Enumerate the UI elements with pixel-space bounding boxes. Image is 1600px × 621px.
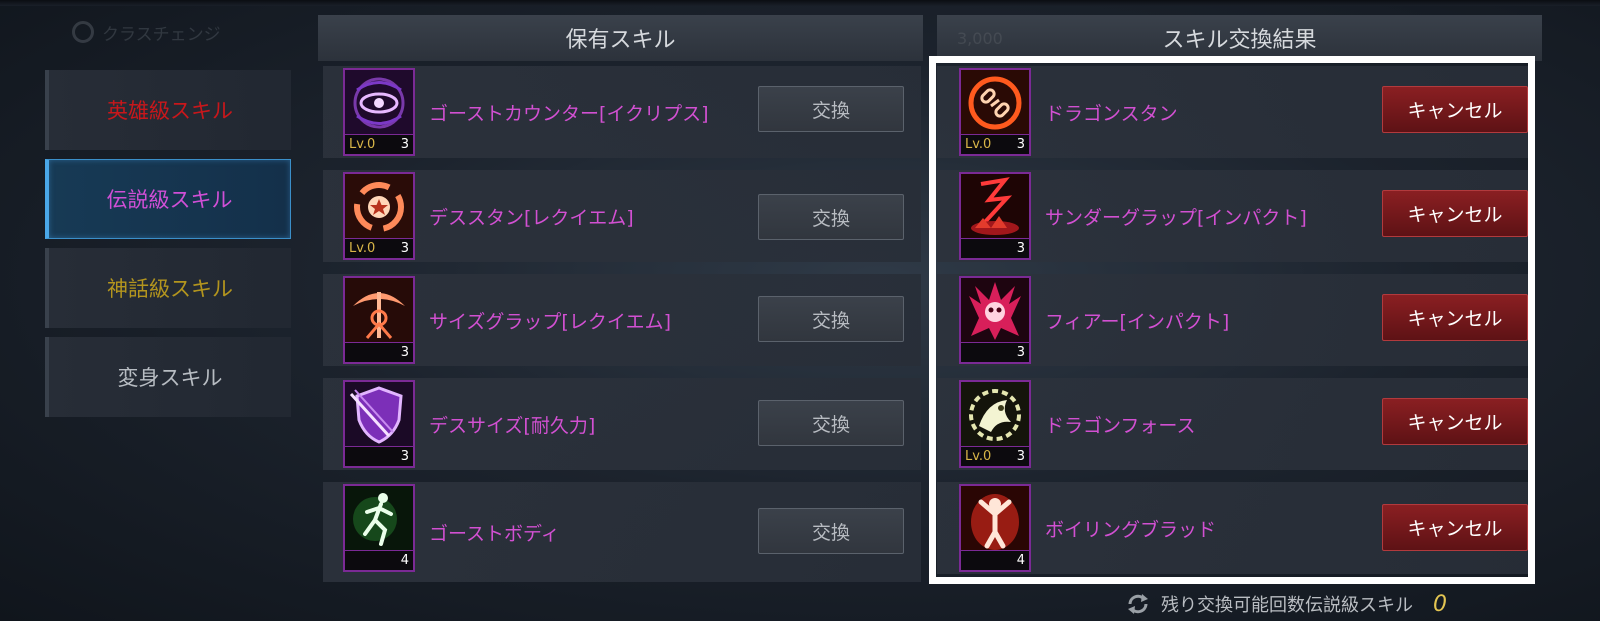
skill-icon-frame: 3 [343, 276, 415, 364]
skill-icon-footer: Lv.0 3 [345, 134, 413, 154]
skill-name: ドラゴンスタン [1045, 102, 1178, 125]
skill-name: ゴーストボディ [429, 522, 560, 545]
exchange-button[interactable]: 交換 [758, 508, 904, 554]
skill-icon-footer: 4 [345, 550, 413, 570]
owned-skill-row: 3 サイズグラップ[レクイエム] 交換 [323, 274, 921, 366]
boiling-blood-icon [961, 486, 1029, 552]
result-skill-row: 3 フィアー[インパクト] キャンセル [937, 274, 1531, 366]
owned-skills-header: 保有スキル [318, 15, 923, 61]
category-label: 英雄級スキル [107, 99, 233, 123]
owned-skill-row: Lv.0 3 ゴーストカウンター[イクリプス] 交換 [323, 66, 921, 158]
class-change-tab[interactable]: クラスチェンジ [60, 10, 290, 54]
skill-count: 3 [1016, 345, 1025, 360]
owned-skill-row: 3 デスサイズ[耐久力] 交換 [323, 378, 921, 470]
result-skill-row: Lv.0 3 ドラゴンスタン キャンセル [937, 66, 1531, 158]
cancel-button[interactable]: キャンセル [1382, 86, 1528, 133]
dragon-force-icon [961, 382, 1029, 448]
skill-icon-frame: 4 [343, 484, 415, 572]
cancel-button[interactable]: キャンセル [1382, 294, 1528, 341]
category-transform[interactable]: 変身スキル [45, 337, 291, 417]
thunder-icon [961, 174, 1029, 240]
skill-icon-footer: Lv.0 3 [961, 446, 1029, 466]
refresh-icon [1128, 594, 1148, 614]
remaining-exchange-info: 残り交換可能回数伝説級スキル 0 [1125, 590, 1447, 618]
exchange-button[interactable]: 交換 [758, 296, 904, 342]
skill-count: 4 [400, 553, 409, 568]
skill-count: 3 [1016, 241, 1025, 256]
skill-icon-frame: 4 [959, 484, 1031, 572]
result-skill-row: 3 サンダーグラップ[インパクト] キャンセル [937, 170, 1531, 262]
ghost-body-icon [345, 486, 413, 552]
skill-count: 4 [1016, 553, 1025, 568]
skill-name: デススタン[レクイエム] [429, 206, 634, 229]
result-skill-row: 4 ボイリングブラッド キャンセル [937, 482, 1531, 574]
ghost-text: 3,000 [957, 28, 1003, 48]
category-hero[interactable]: 英雄級スキル [45, 70, 291, 150]
class-change-label: クラスチェンジ [102, 24, 221, 45]
category-legendary[interactable]: 伝説級スキル [45, 159, 291, 239]
owned-skill-row: 4 ゴーストボディ 交換 [323, 482, 921, 582]
skill-icon-footer: Lv.0 3 [961, 134, 1029, 154]
death-stun-icon [345, 174, 413, 240]
skill-count: 3 [1016, 449, 1025, 464]
category-mythic[interactable]: 神話級スキル [45, 248, 291, 328]
exchange-button[interactable]: 交換 [758, 194, 904, 240]
cancel-button[interactable]: キャンセル [1382, 190, 1528, 237]
skill-icon-footer: 3 [345, 342, 413, 362]
exchange-button[interactable]: 交換 [758, 400, 904, 446]
exchange-result-title: スキル交換結果 [1162, 28, 1317, 53]
skill-icon-frame: Lv.0 3 [343, 68, 415, 156]
scythe-grab-icon [345, 278, 413, 344]
skill-count: 3 [400, 449, 409, 464]
skill-name: ボイリングブラッド [1045, 518, 1217, 541]
result-skill-row: Lv.0 3 ドラゴンフォース キャンセル [937, 378, 1531, 470]
skill-name: サンダーグラップ[インパクト] [1045, 206, 1307, 229]
dragon-chain-icon [961, 70, 1029, 136]
skill-icon-footer: 4 [961, 550, 1029, 570]
refresh-icon [72, 21, 94, 43]
remaining-exchange-count: 0 [1433, 591, 1447, 617]
skill-icon-footer: 3 [961, 238, 1029, 258]
skill-level: Lv.0 [349, 241, 376, 256]
skill-count: 3 [400, 345, 409, 360]
skill-icon-footer: Lv.0 3 [345, 238, 413, 258]
skill-icon-frame: 3 [959, 172, 1031, 260]
cancel-button[interactable]: キャンセル [1382, 504, 1528, 551]
skill-level: Lv.0 [965, 137, 992, 152]
category-label: 伝説級スキル [106, 188, 233, 212]
skill-icon-frame: Lv.0 3 [343, 172, 415, 260]
skill-level: Lv.0 [965, 449, 992, 464]
skill-name: サイズグラップ[レクイエム] [429, 310, 672, 333]
category-label: 変身スキル [117, 366, 223, 390]
exchange-button[interactable]: 交換 [758, 86, 904, 132]
owned-skill-row: Lv.0 3 デススタン[レクイエム] 交換 [323, 170, 921, 262]
skill-icon-frame: 3 [959, 276, 1031, 364]
ghost-eye-icon [345, 70, 413, 136]
skill-icon-frame: 3 [343, 380, 415, 468]
remaining-exchange-label: 残り交換可能回数伝説級スキル [1161, 595, 1413, 616]
skill-icon-footer: 3 [961, 342, 1029, 362]
category-label: 神話級スキル [107, 277, 233, 301]
skill-name: ドラゴンフォース [1045, 414, 1196, 437]
cancel-button[interactable]: キャンセル [1382, 398, 1528, 445]
owned-skills-title: 保有スキル [565, 28, 676, 53]
skill-level: Lv.0 [349, 137, 376, 152]
shield-slash-icon [345, 382, 413, 448]
skill-icon-footer: 3 [345, 446, 413, 466]
skill-count: 3 [1016, 137, 1025, 152]
skill-icon-frame: Lv.0 3 [959, 68, 1031, 156]
skill-name: ゴーストカウンター[イクリプス] [429, 102, 709, 125]
top-bar [0, 0, 1600, 6]
skill-name: フィアー[インパクト] [1045, 310, 1230, 333]
skill-name: デスサイズ[耐久力] [429, 414, 596, 437]
skill-icon-frame: Lv.0 3 [959, 380, 1031, 468]
fear-skull-icon [961, 278, 1029, 344]
exchange-result-header: 3,000 スキル交換結果 [937, 15, 1542, 61]
skill-count: 3 [400, 137, 409, 152]
skill-count: 3 [400, 241, 409, 256]
